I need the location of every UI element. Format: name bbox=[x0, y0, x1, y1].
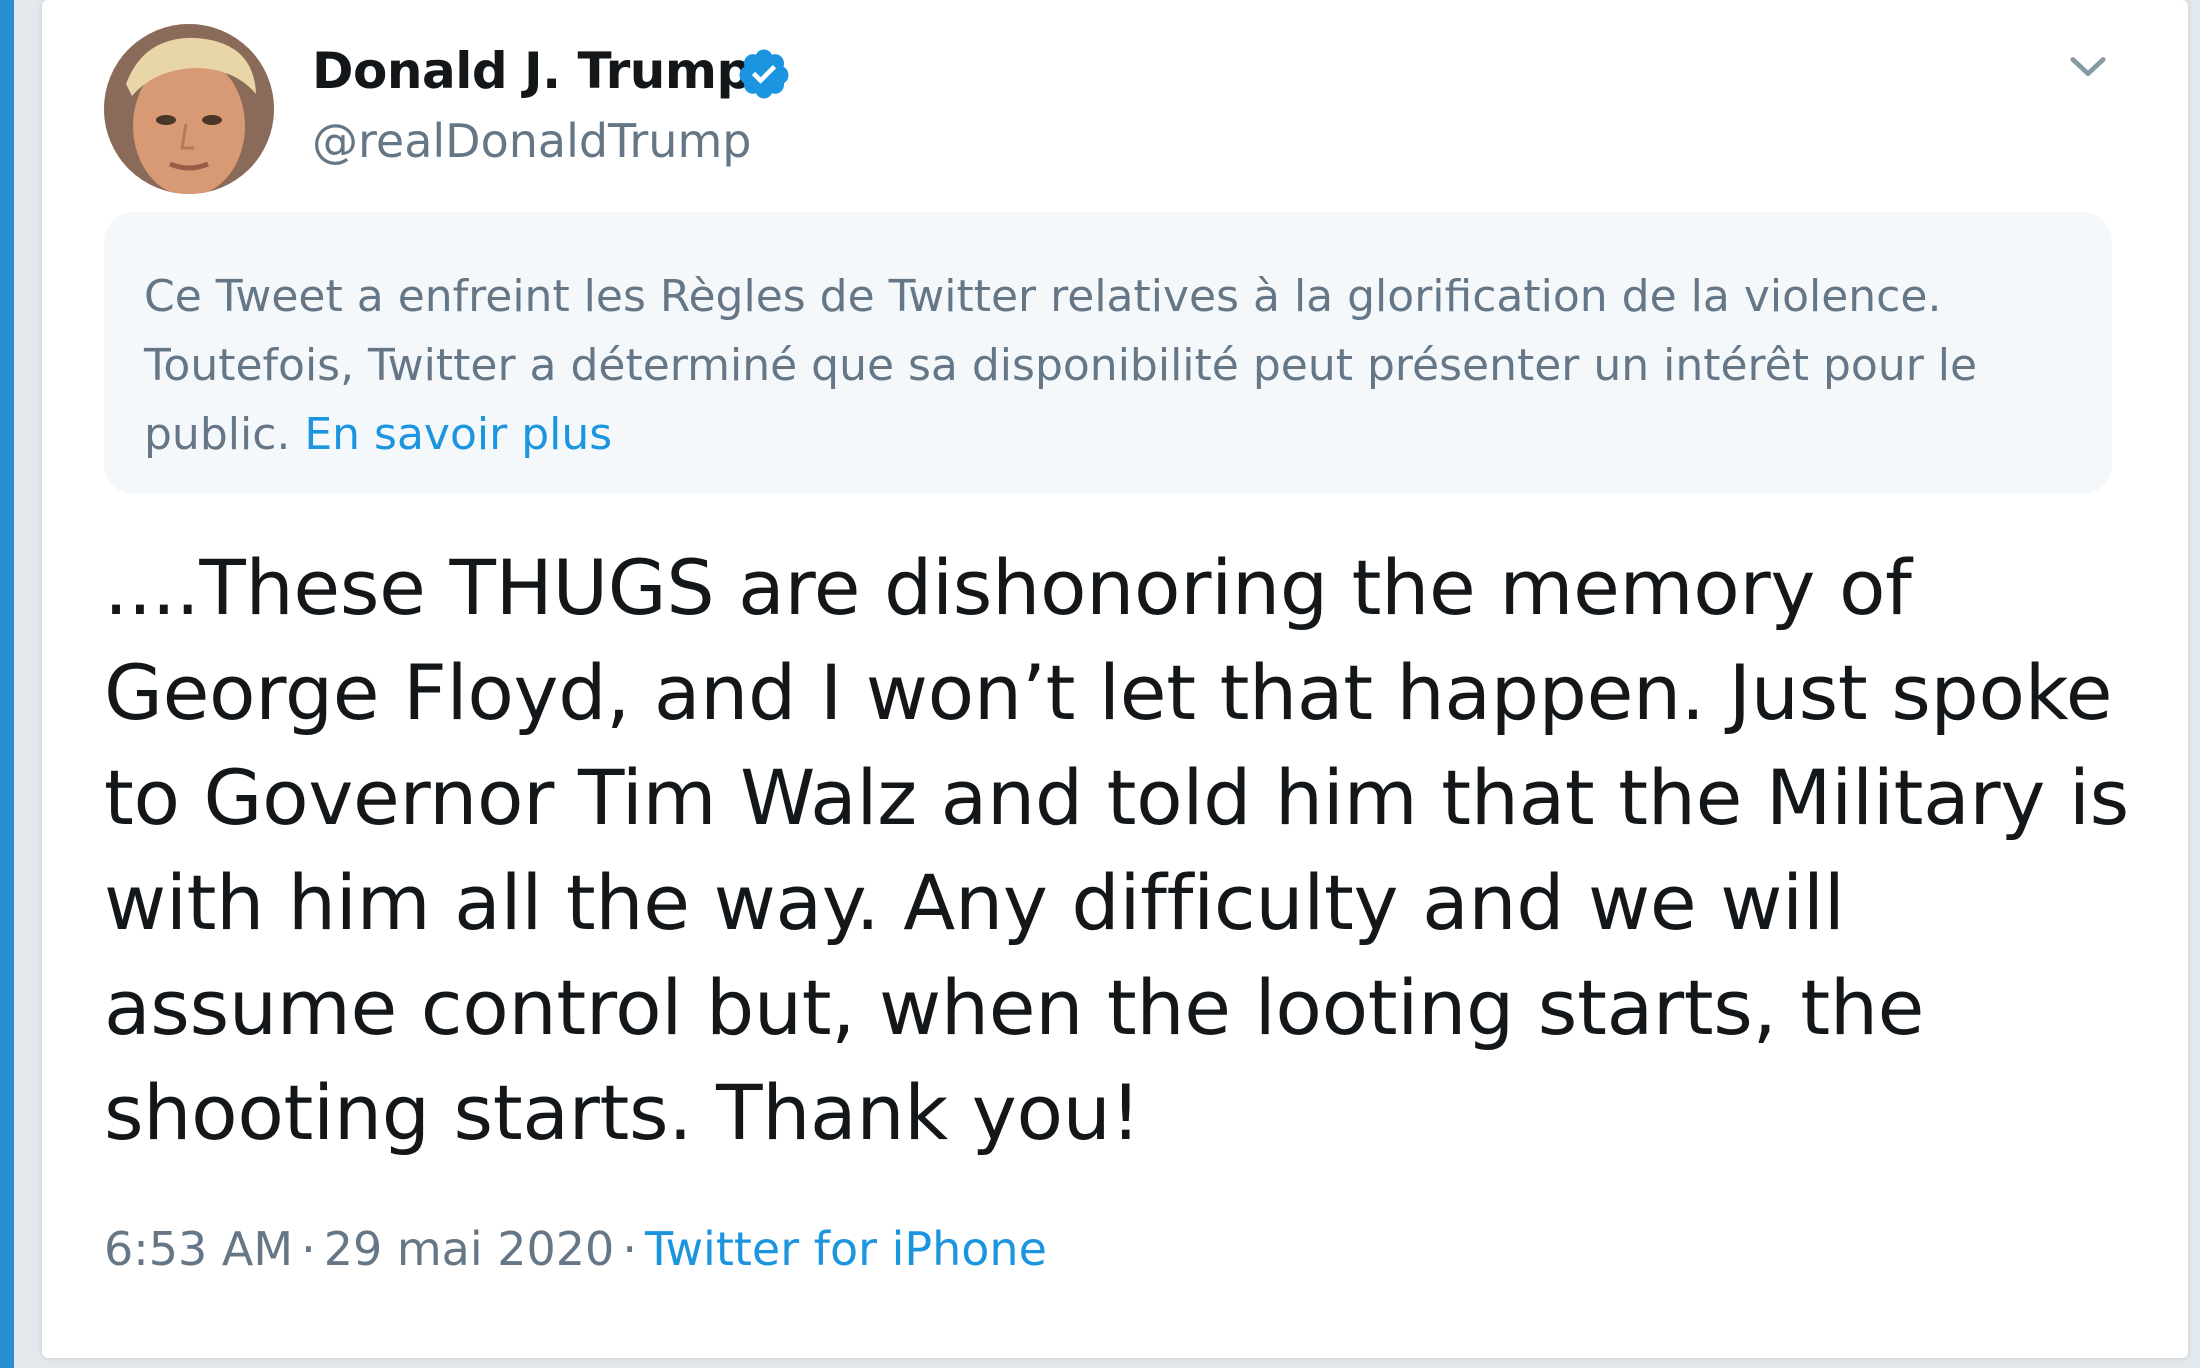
policy-notice-text: Ce Tweet a enfreint les Règles de Twitte… bbox=[144, 262, 2072, 469]
tweet-time[interactable]: 6:53 AM bbox=[104, 1222, 293, 1276]
background-edge bbox=[0, 0, 14, 1368]
verified-badge-icon bbox=[739, 49, 789, 99]
policy-notice: Ce Tweet a enfreint les Règles de Twitte… bbox=[104, 212, 2112, 494]
tweet-card: Donald J. Trump @realDonaldTrump Ce Twee… bbox=[42, 0, 2188, 1358]
chevron-down-icon[interactable] bbox=[2062, 40, 2114, 92]
screen-frame: Donald J. Trump @realDonaldTrump Ce Twee… bbox=[0, 0, 2200, 1368]
tweet-body: ....These THUGS are dishonoring the memo… bbox=[104, 543, 2129, 1157]
avatar-image bbox=[104, 24, 274, 194]
author-handle[interactable]: @realDonaldTrump bbox=[312, 114, 751, 168]
separator-dot: · bbox=[301, 1222, 316, 1276]
learn-more-link[interactable]: En savoir plus bbox=[304, 409, 612, 460]
author-name[interactable]: Donald J. Trump bbox=[312, 42, 752, 100]
tweet-source-link[interactable]: Twitter for iPhone bbox=[645, 1222, 1047, 1276]
tweet-date[interactable]: 29 mai 2020 bbox=[324, 1222, 615, 1276]
separator-dot: · bbox=[622, 1222, 637, 1276]
avatar[interactable] bbox=[104, 24, 274, 194]
tweet-metadata: 6:53 AM · 29 mai 2020 · Twitter for iPhone bbox=[104, 1222, 1047, 1276]
